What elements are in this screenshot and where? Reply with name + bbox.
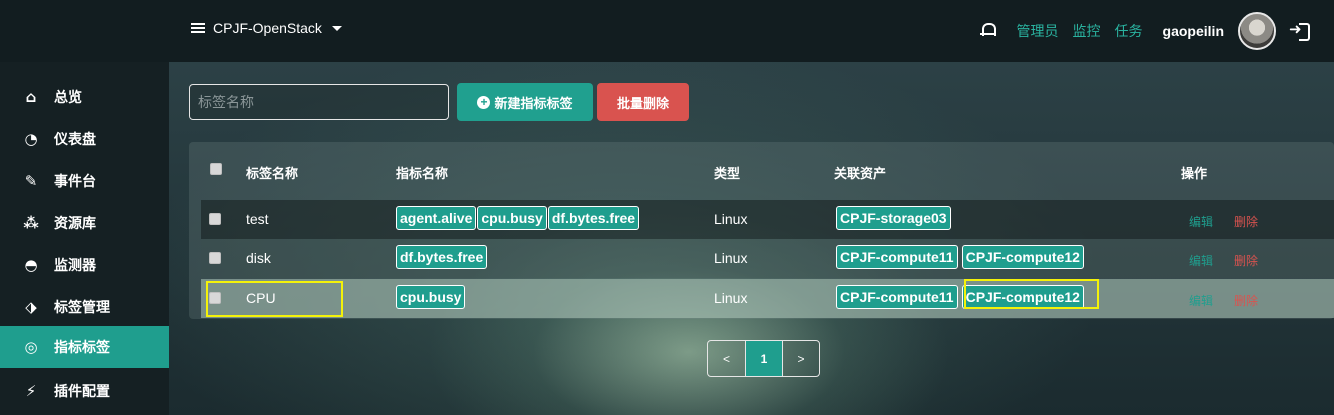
delete-link[interactable]: 删除 [1234,252,1258,269]
metric-tag: df.bytes.free [396,245,488,269]
header-actions: 操作 [1181,166,1208,181]
table-header: 标签名称 指标名称 类型 关联资产 操作 [189,142,1334,199]
next-page-button[interactable]: > [782,341,819,376]
sidebar-item-metric-tags[interactable]: ◎ 指标标签 [0,326,169,368]
link-admin[interactable]: 管理员 [1017,21,1059,41]
row-checkbox[interactable] [209,213,221,225]
metric-tag: df.bytes.free [547,206,640,230]
sidebar-item-label: 标签管理 [54,299,110,315]
sidebar: ⌂ 总览 ◔ 仪表盘 ✎ 事件台 ⁂ 资源库 ◓ 监测器 ⬗ 标签管理 ◎ 指标… [0,62,169,415]
asset-tag: CPJF-storage03 [836,206,951,230]
new-metric-tag-label: 新建指标标签 [494,95,573,111]
pagination: < 1 > [707,340,820,377]
header-type: 类型 [714,166,741,181]
type-value: Linux [714,211,748,227]
header-metric-name: 指标名称 [396,166,449,181]
link-monitor[interactable]: 监控 [1073,21,1101,41]
edit-icon: ✎ [24,172,38,190]
tags-icon: ⬗ [25,298,37,316]
edit-link[interactable]: 编辑 [1189,292,1213,309]
caret-down-icon [331,25,342,31]
avatar[interactable] [1238,12,1276,50]
new-metric-tag-button[interactable]: + 新建指标标签 [457,83,593,121]
link-tasks[interactable]: 任务 [1115,21,1143,41]
list-icon [191,22,205,34]
plug-icon: ⚡ [25,382,37,400]
metric-tag: cpu.busy [477,206,547,230]
type-value: Linux [714,250,748,266]
metric-tag: cpu.busy [396,285,466,309]
sidebar-item-overview[interactable]: ⌂ 总览 [0,76,169,118]
select-all-checkbox[interactable] [210,163,222,175]
username[interactable]: gaopeilin [1163,23,1224,39]
metric-tags-table: 标签名称 指标名称 类型 关联资产 操作 test agent.alive cpu… [189,142,1334,319]
edit-link[interactable]: 编辑 [1189,213,1213,230]
tag-name: disk [246,250,271,266]
asset-tag: CPJF-compute11 [836,285,958,309]
logout-icon[interactable] [1289,20,1310,41]
sidebar-item-label: 仪表盘 [54,131,96,147]
sidebar-item-events[interactable]: ✎ 事件台 [0,160,169,202]
type-value: Linux [714,290,748,306]
asset-tag: CPJF-compute12 [961,245,1084,269]
project-name: CPJF-OpenStack [213,20,322,36]
sidebar-item-tag-management[interactable]: ⬗ 标签管理 [0,286,169,328]
table-row: test agent.alive cpu.busy df.bytes.free Li… [201,200,1334,239]
sidebar-item-monitors[interactable]: ◓ 监测器 [0,244,169,286]
batch-delete-button[interactable]: 批量删除 [597,83,689,121]
highlight-box-cpu [206,281,343,317]
sidebar-item-label: 资源库 [54,215,96,231]
tag-name: test [246,211,269,227]
bell-icon[interactable] [979,22,996,40]
header-tag-name: 标签名称 [246,166,299,181]
header-assets: 关联资产 [834,166,887,181]
tag-name-search-input[interactable] [189,84,449,120]
cubes-icon: ⁂ [23,214,39,232]
pie-chart-icon: ◔ [24,130,38,148]
top-navbar: CPJF-OpenStack 管理员 监控 任务 gaopeilin [0,0,1334,62]
sidebar-item-plugins[interactable]: ⚡ 插件配置 [0,370,169,412]
delete-link[interactable]: 删除 [1234,213,1258,230]
asset-tag: CPJF-compute11 [836,245,958,269]
project-switcher[interactable]: CPJF-OpenStack [191,20,342,36]
home-icon: ⌂ [25,88,37,106]
metric-tag: agent.alive [396,206,477,230]
main-content: + 新建指标标签 批量删除 标签名称 指标名称 类型 关联资产 操作 test … [169,62,1334,415]
table-row: CPU cpu.busy Linux CPJF-compute11 CPJF-co… [201,279,1334,318]
dashboard-icon: ◓ [24,256,38,274]
prev-page-button[interactable]: < [708,341,745,376]
table-row: disk df.bytes.free Linux CPJF-compute11 C… [201,239,1334,278]
sidebar-item-label: 事件台 [54,173,96,189]
bullseye-icon: ◎ [24,338,38,356]
delete-link[interactable]: 删除 [1234,292,1258,309]
sidebar-item-resources[interactable]: ⁂ 资源库 [0,202,169,244]
sidebar-item-dashboard[interactable]: ◔ 仪表盘 [0,118,169,160]
sidebar-item-label: 指标标签 [54,339,110,355]
sidebar-item-label: 监测器 [54,257,96,273]
sidebar-item-label: 插件配置 [54,383,110,399]
highlight-box-compute12 [964,279,1099,309]
sidebar-item-label: 总览 [54,89,82,105]
row-checkbox[interactable] [209,252,221,264]
plus-circle-icon: + [477,95,491,109]
page-button-current[interactable]: 1 [745,341,782,376]
edit-link[interactable]: 编辑 [1189,252,1213,269]
